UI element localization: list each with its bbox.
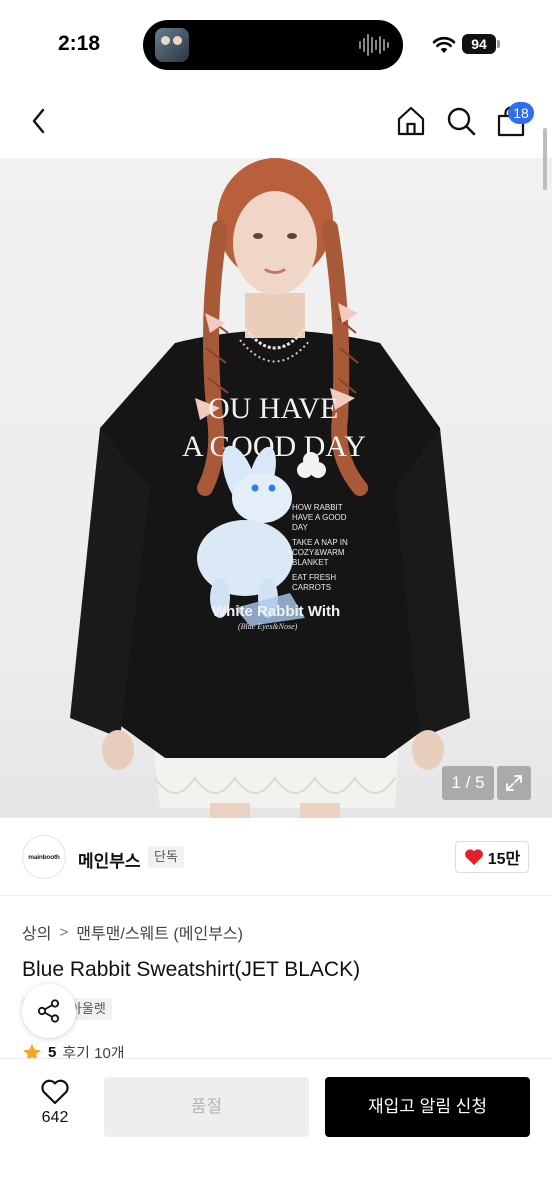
product-image[interactable]: OU HAVE A GOOD DAY HOW RABBIT HAVE A GOO… (0, 158, 552, 818)
wifi-icon (432, 36, 456, 53)
brand-like-button[interactable]: 15만 (455, 841, 529, 873)
print-line: CARROTS (292, 583, 331, 592)
brand-row: mainbooth 메인부스 단독 15만 (0, 818, 552, 896)
bottom-action-bar: 642 품절 재입고 알림 신청 (0, 1058, 552, 1200)
home-icon (397, 106, 425, 136)
now-playing-thumbnail (155, 28, 189, 62)
audio-waveform-icon (359, 33, 389, 57)
wishlist-button[interactable]: 642 (22, 1079, 88, 1127)
battery-indicator: 94 (462, 34, 496, 54)
expand-image-button[interactable] (497, 766, 531, 800)
heart-outline-icon (41, 1079, 69, 1105)
image-page-indicator: 1 / 5 (442, 766, 494, 800)
breadcrumb-subcategory[interactable]: 맨투맨/스웨트 (메인부스) (76, 920, 243, 944)
print-line: BLANKET (292, 558, 329, 567)
print-subcaption: (Blue Eyes&Nose) (238, 622, 298, 631)
image-page-separator: / (465, 773, 471, 792)
wishlist-count: 642 (41, 1109, 69, 1126)
print-line: COZY&WARM (292, 548, 345, 557)
print-headline-1: OU HAVE (208, 392, 338, 425)
print-line: DAY (292, 523, 309, 532)
heart-icon (464, 849, 483, 865)
expand-icon (506, 775, 522, 791)
status-bar: 2:18 94 (0, 0, 552, 90)
brand-like-count: 15만 (487, 851, 521, 868)
print-line: HAVE A GOOD (292, 513, 347, 522)
back-button[interactable] (22, 104, 56, 138)
category-breadcrumb: 상의 > 맨투맨/스웨트 (메인부스) (22, 920, 243, 944)
search-icon (447, 107, 476, 136)
model-photo: OU HAVE A GOOD DAY HOW RABBIT HAVE A GOO… (70, 158, 470, 818)
status-time: 2:18 (58, 32, 101, 55)
share-button[interactable] (22, 984, 76, 1038)
dynamic-island[interactable] (143, 20, 403, 70)
breadcrumb-category[interactable]: 상의 (22, 920, 51, 944)
exclusive-badge: 단독 (148, 846, 184, 868)
home-button[interactable] (394, 104, 428, 138)
brand-logo[interactable]: mainbooth (22, 835, 66, 879)
breadcrumb-separator: > (59, 923, 69, 941)
share-icon (37, 999, 60, 1023)
sold-out-button: 품절 (104, 1077, 309, 1137)
image-current-page: 1 (451, 773, 461, 792)
print-line: TAKE A NAP IN (292, 538, 348, 547)
print-caption: White Rabbit With (212, 603, 340, 620)
scroll-indicator[interactable] (543, 128, 547, 190)
product-title: Blue Rabbit Sweatshirt(JET BLACK) (22, 958, 361, 981)
image-total-pages: 5 (475, 773, 485, 792)
restock-alert-button[interactable]: 재입고 알림 신청 (325, 1077, 530, 1137)
print-line: EAT FRESH (292, 573, 336, 582)
brand-name[interactable]: 메인부스 (78, 847, 141, 872)
top-nav-bar (0, 90, 552, 158)
print-line: HOW RABBIT (292, 503, 343, 512)
battery-tip (497, 40, 500, 48)
chevron-left-icon (32, 108, 45, 134)
search-button[interactable] (444, 104, 478, 138)
cart-count-badge: 18 (508, 102, 534, 124)
